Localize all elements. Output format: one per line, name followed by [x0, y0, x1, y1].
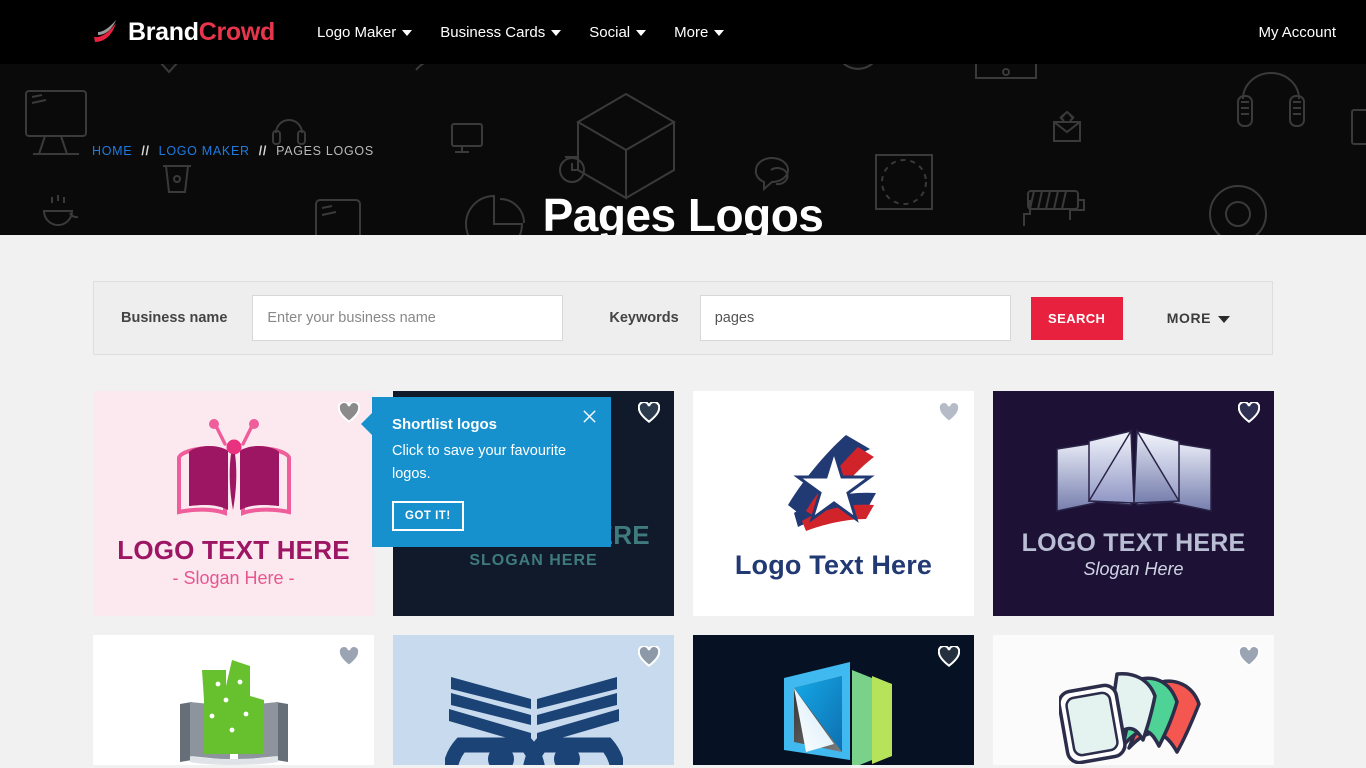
breadcrumb-item-home[interactable]: HOME	[92, 144, 132, 158]
heart-icon[interactable]	[1238, 402, 1260, 423]
heart-icon[interactable]	[938, 646, 960, 667]
nav-label: More	[674, 23, 709, 41]
chevron-down-icon	[1218, 315, 1231, 323]
headphones-icon	[272, 119, 306, 145]
logo-card[interactable]	[993, 635, 1274, 765]
monitor-small-icon	[451, 123, 483, 153]
logo-card[interactable]	[93, 635, 374, 765]
heart-icon[interactable]	[938, 402, 960, 423]
top-navigation-bar: BrandCrowd Logo Maker Business Cards Soc…	[0, 0, 1366, 64]
butterfly-book-icon	[93, 418, 374, 530]
brandcrowd-logo[interactable]: BrandCrowd	[92, 18, 275, 47]
nav-item-social[interactable]: Social	[575, 16, 660, 49]
tooltip-title: Shortlist logos	[392, 416, 497, 433]
logo-results-grid: LOGO TEXT HERE - Slogan Here - LOGO TEXT…	[93, 391, 1274, 765]
logo-name: LOGO TEXT HERE	[117, 535, 350, 566]
envelope-code-icon	[1053, 110, 1081, 142]
star-book-icon	[693, 427, 974, 547]
open-book-icon	[993, 427, 1274, 522]
headphones-large-icon	[1237, 72, 1305, 127]
city-book-icon	[93, 656, 374, 765]
got-it-button[interactable]: GOT IT!	[392, 500, 464, 531]
close-icon[interactable]	[582, 409, 597, 424]
brand-name-part2: Crowd	[198, 17, 276, 46]
main-nav: Logo Maker Business Cards Social More	[303, 16, 738, 49]
owl-book-icon	[393, 655, 674, 765]
nav-item-business-cards[interactable]: Business Cards	[426, 16, 575, 49]
nav-label: Business Cards	[440, 23, 546, 41]
chevron-down-icon	[714, 30, 725, 36]
business-name-label: Business name	[121, 310, 228, 326]
chevron-down-icon	[402, 30, 413, 36]
brand-wordmark: BrandCrowd	[128, 18, 275, 47]
heart-icon[interactable]	[338, 402, 360, 423]
search-panel: Business name Keywords SEARCH MORE	[93, 281, 1273, 355]
logo-card[interactable]	[393, 635, 674, 765]
page-turn-icon	[693, 660, 974, 765]
chevron-down-icon	[551, 30, 562, 36]
arc-icon	[415, 64, 425, 71]
circle-icon	[842, 64, 874, 70]
keywords-label: Keywords	[609, 310, 679, 326]
logo-card[interactable]: Logo Text Here	[693, 391, 974, 616]
partial-frame-icon	[1351, 109, 1366, 145]
logo-card[interactable]: LOGO TEXT HERE - Slogan Here -	[93, 391, 374, 616]
nav-label: Social	[589, 23, 631, 41]
business-name-input[interactable]	[252, 295, 564, 341]
keywords-input[interactable]	[699, 295, 1011, 341]
clock-icon	[559, 156, 585, 183]
more-filters-label: MORE	[1166, 310, 1212, 326]
breadcrumb-separator: //	[258, 144, 268, 158]
nav-item-more[interactable]: More	[660, 16, 738, 49]
speech-bubble-icon	[754, 157, 789, 192]
my-account-link[interactable]: My Account	[1258, 24, 1336, 41]
search-button[interactable]: SEARCH	[1030, 296, 1123, 340]
logo-slogan: SLOGAN HERE	[469, 552, 598, 570]
tooltip-body: Click to save your favourite logos.	[392, 443, 567, 483]
page-title: Pages Logos	[542, 189, 824, 235]
logo-card[interactable]: LOGO TEXT HERE Slogan Here	[993, 391, 1274, 616]
breadcrumb-separator: //	[141, 144, 150, 158]
shortlist-tooltip: Shortlist logos Click to save your favou…	[361, 397, 611, 547]
logo-slogan: Slogan Here	[1083, 558, 1184, 579]
caret-decor-icon	[160, 64, 178, 74]
more-filters-toggle[interactable]: MORE	[1166, 310, 1231, 326]
heart-icon[interactable]	[338, 646, 360, 667]
inbox-icon	[975, 64, 1037, 79]
nav-label: Logo Maker	[317, 23, 397, 41]
fanned-book-icon	[993, 664, 1274, 764]
logo-slogan: - Slogan Here -	[172, 567, 295, 588]
chevron-down-icon	[636, 30, 647, 36]
cube-icon	[576, 92, 676, 200]
nav-item-logo-maker[interactable]: Logo Maker	[303, 16, 426, 49]
logo-name: LOGO TEXT HERE	[1021, 529, 1246, 558]
heart-icon[interactable]	[638, 402, 660, 423]
page-hero: HOME // LOGO MAKER // PAGES LOGOS Pages …	[0, 64, 1366, 235]
heart-icon[interactable]	[638, 646, 660, 667]
heart-icon[interactable]	[1238, 646, 1260, 667]
breadcrumb-item-logo-maker[interactable]: LOGO MAKER	[159, 144, 250, 158]
logo-name: Logo Text Here	[734, 550, 933, 581]
logo-card[interactable]	[693, 635, 974, 765]
breadcrumb-item-current: PAGES LOGOS	[276, 144, 374, 158]
breadcrumb: HOME // LOGO MAKER // PAGES LOGOS	[92, 144, 374, 158]
monitor-icon	[25, 90, 87, 155]
page-content: Business name Keywords SEARCH MORE	[93, 281, 1274, 765]
brand-name-part1: Brand	[128, 17, 199, 46]
swoosh-logo-icon	[92, 19, 120, 45]
